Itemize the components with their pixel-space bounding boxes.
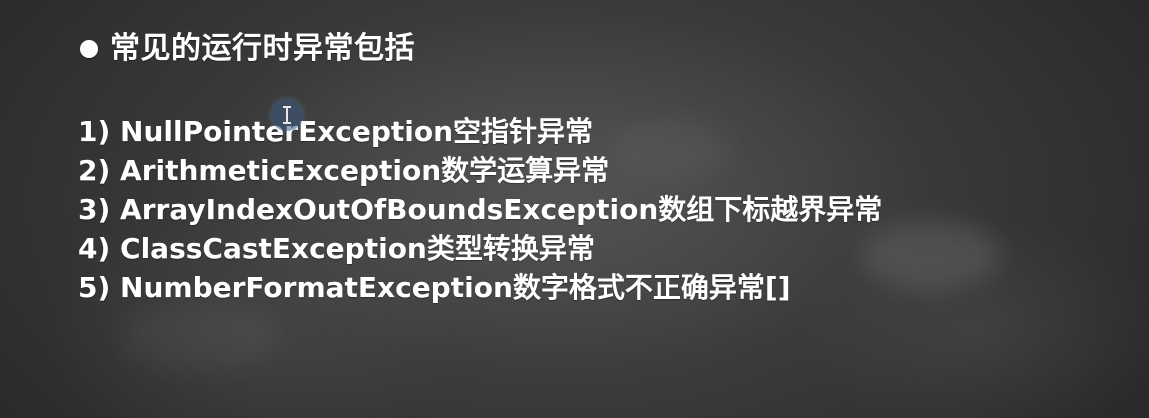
list-item: 2) ArithmeticException数学运算异常 bbox=[78, 151, 882, 190]
list-item: 3) ArrayIndexOutOfBoundsException数组下标越界异… bbox=[78, 190, 882, 229]
exception-description: 数学运算异常 bbox=[441, 154, 610, 187]
chalk-smudge bbox=[120, 300, 280, 370]
exception-description: 空指针异常 bbox=[453, 115, 594, 148]
text-cursor-icon bbox=[283, 106, 291, 124]
list-item: 4) ClassCastException类型转换异常 bbox=[78, 229, 882, 268]
item-number: 3) bbox=[78, 193, 111, 226]
list-item: 1) NullPointerException空指针异常 bbox=[78, 112, 882, 151]
slide-title-row: 常见的运行时异常包括 bbox=[80, 34, 415, 64]
slide-title: 常见的运行时异常包括 bbox=[110, 31, 415, 66]
exception-description: 类型转换异常 bbox=[426, 232, 595, 265]
exception-name: ClassCastException bbox=[120, 232, 427, 265]
chalkboard-slide: 常见的运行时异常包括 1) NullPointerException空指针异常 … bbox=[0, 0, 1149, 418]
exception-description: 数字格式不正确异常[] bbox=[512, 271, 791, 304]
item-number: 2) bbox=[78, 154, 111, 187]
item-number: 5) bbox=[78, 271, 111, 304]
item-number: 1) bbox=[78, 115, 111, 148]
item-number: 4) bbox=[78, 232, 111, 265]
mouse-cursor-highlight bbox=[271, 99, 303, 131]
exception-name: ArrayIndexOutOfBoundsException bbox=[120, 193, 659, 226]
exception-description: 数组下标越界异常 bbox=[658, 193, 883, 226]
list-item: 5) NumberFormatException数字格式不正确异常[] bbox=[78, 268, 882, 307]
exception-name: NumberFormatException bbox=[120, 271, 513, 304]
bullet-icon bbox=[80, 40, 98, 58]
exception-name: ArithmeticException bbox=[120, 154, 442, 187]
exception-list: 1) NullPointerException空指针异常 2) Arithmet… bbox=[78, 112, 882, 307]
